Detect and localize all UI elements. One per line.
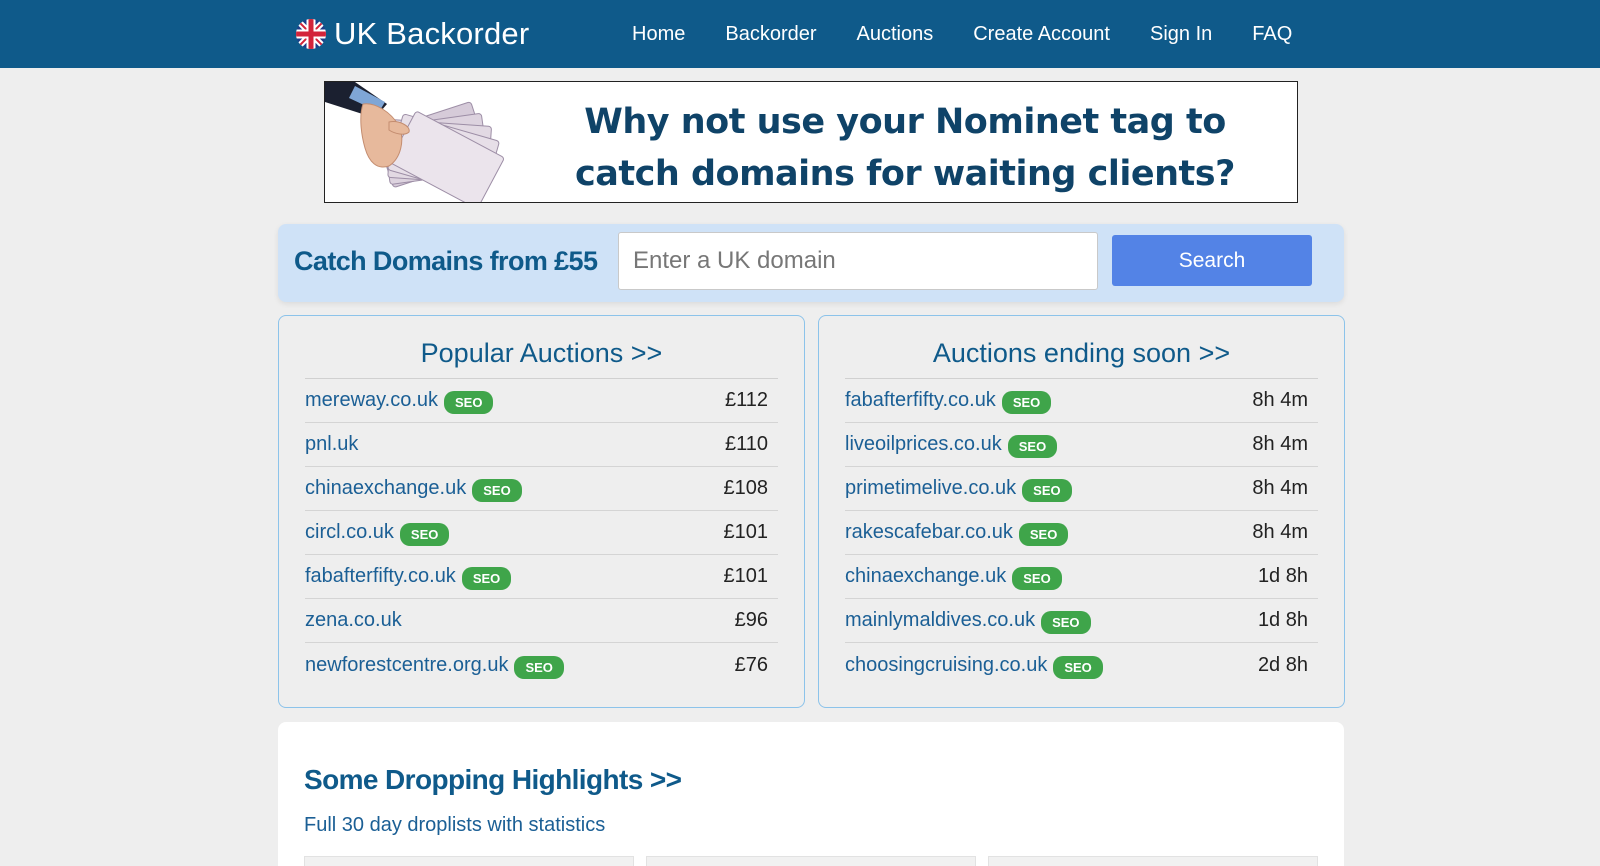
popular-auctions-panel: Popular Auctions >> mereway.co.uk SEO £1… xyxy=(278,315,805,708)
seo-badge: SEO xyxy=(1018,523,1069,546)
banner-headline: Why not use your Nominet tag to catch do… xyxy=(575,102,1235,194)
auction-price: £96 xyxy=(734,609,768,631)
auction-domain-link[interactable]: fabafterfifty.co.uk xyxy=(845,389,996,412)
time-remaining: 1d 8h xyxy=(1257,609,1308,631)
seo-badge: SEO xyxy=(1041,611,1091,634)
time-remaining: 2d 8h xyxy=(1257,653,1308,676)
auction-domain-link[interactable]: mainlymaldives.co.uk xyxy=(845,609,1035,632)
auction-row: rakescafebar.co.uk SEO 8h 4m xyxy=(845,511,1318,555)
seo-badge: SEO xyxy=(1007,435,1058,458)
brand-name: UK Backorder xyxy=(334,16,530,51)
auction-row: fabafterfifty.co.uk SEO 8h 4m xyxy=(845,379,1318,423)
domain-search-bar: Catch Domains from £55 Search xyxy=(278,224,1344,302)
auction-row: newforestcentre.org.uk SEO £76 xyxy=(305,643,778,687)
popular-auctions-title-link[interactable]: Popular Auctions >> xyxy=(305,338,778,369)
seo-badge: SEO xyxy=(444,391,494,414)
auction-row: pnl.uk £110 xyxy=(305,423,778,467)
hand-holding-banknotes-image xyxy=(325,82,504,202)
auction-row: mainlymaldives.co.uk SEO 1d 8h xyxy=(845,599,1318,643)
time-remaining: 8h 4m xyxy=(1252,433,1308,455)
auction-row: chinaexchange.uk SEO 1d 8h xyxy=(845,555,1318,599)
nav-faq-link[interactable]: FAQ xyxy=(1252,23,1292,46)
nav-sign-in-link[interactable]: Sign In xyxy=(1150,23,1212,46)
ending-soon-title-link[interactable]: Auctions ending soon >> xyxy=(845,338,1318,369)
droplist-card[interactable] xyxy=(988,856,1318,866)
nav-backorder-link[interactable]: Backorder xyxy=(725,23,816,46)
auction-price: £112 xyxy=(724,389,768,411)
seo-badge: SEO xyxy=(514,655,564,679)
search-title: Catch Domains from £55 xyxy=(294,246,598,276)
auction-domain-link[interactable]: zena.co.uk xyxy=(305,609,402,632)
auction-row: liveoilprices.co.uk SEO 8h 4m xyxy=(845,423,1318,467)
seo-badge: SEO xyxy=(1012,567,1062,590)
seo-badge: SEO xyxy=(1022,479,1072,502)
time-remaining: 1d 8h xyxy=(1257,565,1308,587)
auction-row: mereway.co.uk SEO £112 xyxy=(305,379,778,423)
auction-row: primetimelive.co.uk SEO 8h 4m xyxy=(845,467,1318,511)
auction-domain-link[interactable]: chinaexchange.uk xyxy=(305,477,466,500)
popular-auctions-list: mereway.co.uk SEO £112 pnl.uk £110 china… xyxy=(305,379,778,687)
dropping-highlights-title-link[interactable]: Some Dropping Highlights >> xyxy=(304,764,682,796)
auction-domain-link[interactable]: chinaexchange.uk xyxy=(845,565,1006,588)
droplist-card[interactable] xyxy=(646,856,976,866)
union-jack-flag-icon xyxy=(296,19,326,49)
auction-row: chinaexchange.uk SEO £108 xyxy=(305,467,778,511)
auction-domain-link[interactable]: fabafterfifty.co.uk xyxy=(305,565,456,588)
nav-home-link[interactable]: Home xyxy=(632,23,685,46)
auction-price: £101 xyxy=(723,565,769,587)
domain-search-input[interactable] xyxy=(618,232,1098,290)
auction-domain-link[interactable]: circl.co.uk xyxy=(305,521,394,544)
auction-row: choosingcruising.co.uk SEO 2d 8h xyxy=(845,643,1318,687)
time-remaining: 8h 4m xyxy=(1252,521,1308,543)
auction-row: zena.co.uk £96 xyxy=(305,599,778,643)
time-remaining: 8h 4m xyxy=(1252,477,1308,499)
time-remaining: 8h 4m xyxy=(1252,389,1308,411)
nav-auctions-link[interactable]: Auctions xyxy=(857,23,934,46)
dropping-highlights-subtitle: Full 30 day droplists with statistics xyxy=(304,814,606,836)
auction-price: £108 xyxy=(723,477,769,499)
auction-domain-link[interactable]: newforestcentre.org.uk xyxy=(305,654,508,677)
seo-badge: SEO xyxy=(399,523,450,546)
auction-domain-link[interactable]: primetimelive.co.uk xyxy=(845,477,1016,500)
auction-domain-link[interactable]: mereway.co.uk xyxy=(305,389,438,412)
seo-badge: SEO xyxy=(1001,391,1052,414)
auction-price: £76 xyxy=(734,653,768,676)
auction-domain-link[interactable]: liveoilprices.co.uk xyxy=(845,433,1002,456)
seo-badge: SEO xyxy=(1053,655,1103,679)
seo-badge: SEO xyxy=(461,567,512,590)
droplist-card[interactable] xyxy=(304,856,634,866)
auction-domain-link[interactable]: rakescafebar.co.uk xyxy=(845,521,1013,544)
auction-row: circl.co.uk SEO £101 xyxy=(305,511,778,555)
auction-price: £110 xyxy=(724,433,768,455)
nav-create-account-link[interactable]: Create Account xyxy=(973,23,1110,46)
ending-soon-panel: Auctions ending soon >> fabafterfifty.co… xyxy=(818,315,1345,708)
auction-row: fabafterfifty.co.uk SEO £101 xyxy=(305,555,778,599)
nav-links: Home Backorder Auctions Create Account S… xyxy=(632,0,1332,68)
auction-domain-link[interactable]: pnl.uk xyxy=(305,433,358,456)
search-button[interactable]: Search xyxy=(1112,235,1312,286)
ending-soon-list: fabafterfifty.co.uk SEO 8h 4m liveoilpri… xyxy=(845,379,1318,687)
auction-price: £101 xyxy=(723,521,769,543)
brand-home-link[interactable]: UK Backorder xyxy=(296,14,529,54)
top-navbar: UK Backorder Home Backorder Auctions Cre… xyxy=(0,0,1600,68)
auction-domain-link[interactable]: choosingcruising.co.uk xyxy=(845,654,1047,677)
seo-badge: SEO xyxy=(472,479,522,502)
nominet-tag-banner[interactable]: Why not use your Nominet tag to catch do… xyxy=(324,81,1298,203)
dropping-highlights-section: Some Dropping Highlights >> Full 30 day … xyxy=(278,722,1344,866)
